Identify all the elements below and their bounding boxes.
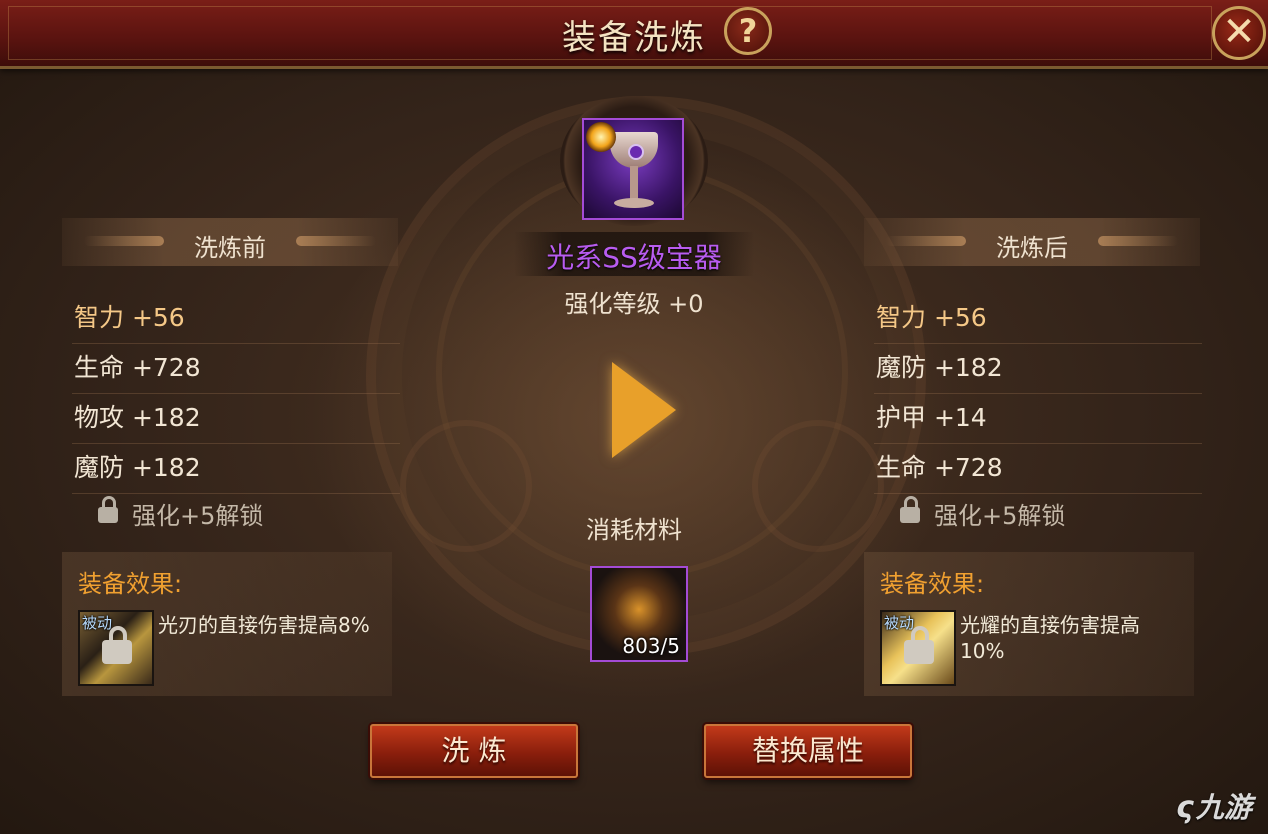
lock-icon: [98, 496, 118, 523]
after-stats: 智力 +56 魔防 +182 护甲 +14 生命 +728: [874, 294, 1202, 494]
stat-row: 护甲 +14: [874, 394, 1202, 444]
stat-row: 物攻 +182: [72, 394, 400, 444]
locked-slot-label: 强化+5解锁: [934, 502, 1066, 530]
stat-row: 智力 +56: [72, 294, 400, 344]
ornament-right-icon: [296, 236, 376, 246]
lock-icon: [904, 626, 934, 664]
material-label: 消耗材料: [586, 516, 682, 544]
chalice-stem: [630, 166, 638, 200]
locked-slot-label: 强化+5解锁: [132, 502, 264, 530]
effect-description: 光耀的直接伤害提高10%: [960, 613, 1140, 663]
stat-row: 生命 +728: [874, 444, 1202, 494]
replace-attributes-button[interactable]: 替换属性: [704, 724, 912, 778]
enhance-level: 强化等级 +0: [564, 290, 704, 318]
stat-row: 魔防 +182: [874, 344, 1202, 394]
arrow-right-icon: [612, 362, 676, 458]
skill-icon[interactable]: 被动: [78, 610, 154, 686]
before-effect-box: 装备效果: 被动 光刃的直接伤害提高8%: [62, 552, 392, 696]
effect-title: 装备效果:: [78, 570, 183, 598]
before-header: 洗炼前: [62, 218, 398, 266]
after-header: 洗炼后: [864, 218, 1200, 266]
passive-tag: 被动: [884, 614, 915, 632]
magic-circle-right-rune: [752, 420, 884, 552]
sun-icon: [586, 122, 616, 152]
before-stats: 智力 +56 生命 +728 物攻 +182 魔防 +182: [72, 294, 400, 494]
stat-row: 生命 +728: [72, 344, 400, 394]
title-bar: 装备洗炼 ? ✕: [0, 0, 1268, 69]
lock-icon: [900, 496, 920, 523]
help-button[interactable]: ?: [724, 7, 772, 55]
skill-icon[interactable]: 被动: [880, 610, 956, 686]
lock-icon: [102, 626, 132, 664]
item-name: 光系SS级宝器: [546, 241, 722, 274]
passive-tag: 被动: [82, 614, 113, 632]
refine-panel: 装备洗炼 ? ✕ 光系SS级宝器 强化等级 +0 消耗材料 803/5 洗炼前 …: [0, 0, 1268, 834]
refine-button[interactable]: 洗 炼: [370, 724, 578, 778]
before-locked-slot: 强化+5解锁: [98, 496, 263, 536]
watermark: ς九游: [1176, 786, 1252, 826]
watermark-logo-icon: ς: [1176, 790, 1194, 825]
close-button[interactable]: ✕: [1212, 6, 1266, 60]
watermark-text: 九游: [1195, 791, 1252, 824]
chalice-gem: [628, 144, 644, 160]
after-effect-box: 装备效果: 被动 光耀的直接伤害提高10%: [864, 552, 1194, 696]
material-count: 803/5: [622, 634, 680, 658]
after-locked-slot: 强化+5解锁: [900, 496, 1065, 536]
chalice-base: [614, 198, 654, 208]
ornament-right-icon: [1098, 236, 1178, 246]
window-title: 装备洗炼: [562, 18, 706, 58]
ore-icon[interactable]: 803/5: [590, 566, 688, 662]
effect-title: 装备效果:: [880, 570, 985, 598]
stat-row: 魔防 +182: [72, 444, 400, 494]
stat-row: 智力 +56: [874, 294, 1202, 344]
magic-circle-left-rune: [400, 420, 532, 552]
effect-description: 光刃的直接伤害提高8%: [158, 613, 370, 637]
